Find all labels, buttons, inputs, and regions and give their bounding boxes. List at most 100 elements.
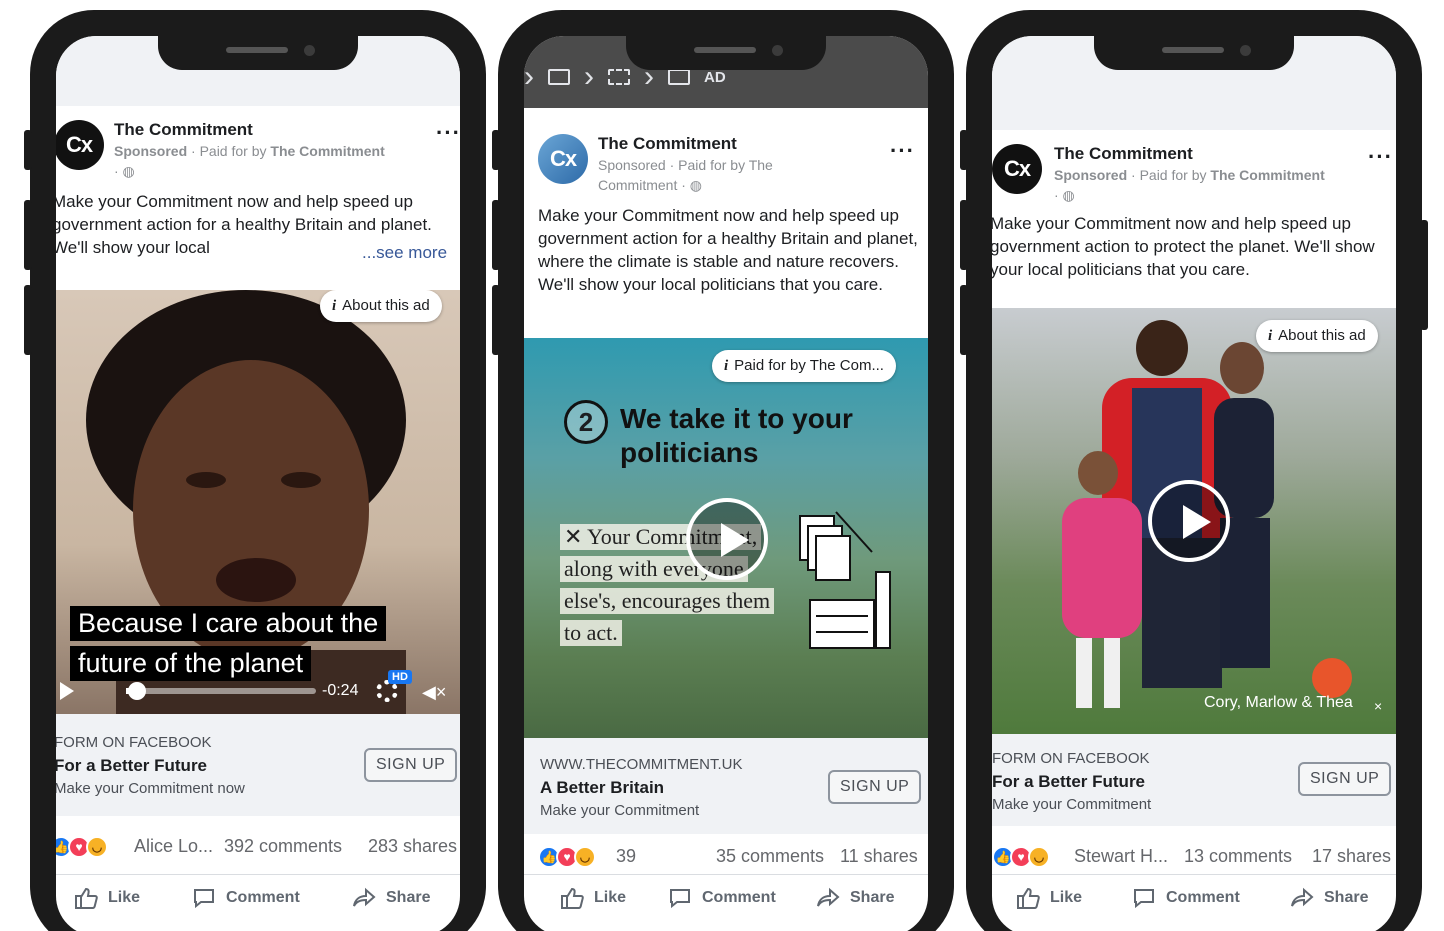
- cta-bar[interactable]: FORM ON FACEBOOK For a Better Future Mak…: [992, 734, 1396, 826]
- share-arrow-icon: [1291, 887, 1314, 907]
- paid-for-chip[interactable]: i Paid for by The Com...: [712, 350, 896, 382]
- share-button[interactable]: Share: [352, 887, 430, 909]
- sponsored-label: Sponsored: [598, 157, 666, 173]
- comment-button[interactable]: Comment: [192, 887, 300, 909]
- sponsored-line: Sponsored · Paid for by The Commitment ·…: [1054, 165, 1374, 205]
- comment-button[interactable]: Comment: [668, 887, 776, 909]
- sign-up-button[interactable]: SIGN UP: [364, 748, 458, 782]
- share-label: Share: [386, 889, 431, 906]
- like-button[interactable]: Like: [560, 887, 626, 909]
- sign-up-button[interactable]: SIGN UP: [828, 770, 922, 804]
- page-avatar[interactable]: Cx: [538, 134, 588, 184]
- play-button-icon[interactable]: [686, 498, 768, 580]
- sign-up-button[interactable]: SIGN UP: [1298, 762, 1392, 796]
- paid-for-prefix: · Paid for by The: [669, 157, 773, 173]
- phone-side-button: [24, 200, 32, 270]
- see-more-link[interactable]: ...see more: [358, 243, 448, 263]
- page-avatar[interactable]: Cx: [56, 120, 104, 170]
- like-label: Like: [1050, 889, 1083, 906]
- page-name[interactable]: The Commitment: [114, 120, 253, 140]
- post-actions: Like Comment Share: [56, 874, 460, 920]
- more-options-icon[interactable]: ···: [890, 138, 915, 164]
- post-caption: Make your Commitment now and help speed …: [992, 214, 1375, 279]
- mute-speaker-icon[interactable]: ◀×: [422, 682, 446, 703]
- step-title-line2: politicians: [620, 437, 759, 468]
- cta-title: For a Better Future: [56, 756, 208, 775]
- comment-label: Comment: [1166, 889, 1240, 906]
- paid-for-chip-label: Paid for by The Com...: [734, 357, 884, 374]
- reactions-row[interactable]: 👍 ♥ ◡ Alice Lo... 392 comments 283 share…: [56, 836, 460, 876]
- phone-side-button: [492, 130, 500, 170]
- cta-title: A Better Britain: [540, 778, 665, 797]
- comment-button[interactable]: Comment: [1132, 887, 1240, 909]
- play-button-icon[interactable]: [1148, 480, 1230, 562]
- phone-screen-1: Cx The Commitment Sponsored · Paid for b…: [56, 36, 460, 931]
- video-player[interactable]: i Paid for by The Com... 2 We take it to …: [524, 338, 928, 738]
- comment-label: Comment: [702, 889, 776, 906]
- comment-bubble-icon: [194, 889, 214, 909]
- video-subtitle-line2: future of the planet: [70, 646, 312, 681]
- share-label: Share: [1324, 889, 1369, 906]
- ad-monitor-icon[interactable]: [668, 69, 690, 85]
- page-name[interactable]: The Commitment: [598, 134, 737, 154]
- reactor-name[interactable]: Alice Lo...: [134, 836, 213, 857]
- shares-count[interactable]: 11 shares: [840, 846, 918, 867]
- shares-count[interactable]: 17 shares: [1312, 846, 1391, 867]
- reaction-count[interactable]: 39: [616, 846, 636, 867]
- breadcrumb-ad-label[interactable]: AD: [704, 69, 726, 86]
- comments-count[interactable]: 392 comments: [224, 836, 342, 857]
- close-credit-icon[interactable]: ×: [1374, 698, 1382, 714]
- paid-by-name: The Commitment: [1210, 167, 1325, 183]
- video-player[interactable]: i About this ad Cory, Marlow & Thea ×: [992, 308, 1396, 734]
- about-this-ad-chip[interactable]: i About this ad: [1256, 320, 1378, 352]
- video-scrubber-handle[interactable]: [128, 682, 146, 700]
- reactor-name[interactable]: Stewart H...: [1074, 846, 1168, 867]
- haha-reaction-icon: ◡: [1028, 846, 1050, 868]
- share-button[interactable]: Share: [1290, 887, 1368, 909]
- cta-bar[interactable]: WWW.THECOMMITMENT.UK A Better Britain Ma…: [524, 738, 928, 834]
- grid-icon[interactable]: [608, 69, 630, 85]
- cta-description: Make your Commitment: [540, 802, 700, 819]
- globe-icon: · ◍: [1054, 187, 1075, 203]
- hd-badge: HD: [388, 670, 412, 684]
- folder-icon[interactable]: [548, 69, 570, 85]
- comments-count[interactable]: 35 comments: [716, 846, 824, 867]
- shares-count[interactable]: 283 shares: [368, 836, 457, 857]
- page-name[interactable]: The Commitment: [1054, 144, 1193, 164]
- video-progress-track[interactable]: [126, 688, 316, 694]
- phone-side-button: [960, 130, 968, 170]
- comments-count[interactable]: 13 comments: [1184, 846, 1292, 867]
- phone-screen-2: › › › AD Cx The Commitment Sponsored · P…: [524, 36, 928, 931]
- sponsored-label: Sponsored: [114, 143, 188, 159]
- video-player[interactable]: i About this ad Because I care about the …: [56, 290, 460, 714]
- play-small-icon[interactable]: [60, 682, 74, 700]
- cta-source: FORM ON FACEBOOK: [992, 750, 1150, 767]
- like-button[interactable]: Like: [74, 887, 140, 909]
- like-button[interactable]: Like: [1016, 887, 1082, 909]
- phone-power-button: [1420, 220, 1428, 330]
- more-options-icon[interactable]: ···: [436, 120, 460, 146]
- cta-bar[interactable]: FORM ON FACEBOOK For a Better Future Mak…: [56, 714, 460, 816]
- paid-by-name: The Commitment: [270, 143, 385, 159]
- phone-side-button: [24, 130, 32, 170]
- paid-for-prefix: · Paid for by: [1131, 167, 1207, 183]
- reaction-icons: 👍 ♥ ◡: [992, 846, 1050, 868]
- comment-label: Comment: [226, 889, 300, 906]
- page-avatar[interactable]: Cx: [992, 144, 1042, 194]
- about-this-ad-chip[interactable]: i About this ad: [320, 290, 442, 322]
- phone-frame-1: Cx The Commitment Sponsored · Paid for b…: [24, 10, 486, 931]
- phone-side-button: [960, 285, 968, 355]
- thumbs-up-icon: [75, 887, 98, 909]
- phone-notch: [158, 36, 358, 70]
- phone-notch: [626, 36, 826, 70]
- phone-frame-3: Cx The Commitment Sponsored · Paid for b…: [960, 10, 1428, 931]
- reaction-icons: 👍 ♥ ◡: [56, 836, 108, 858]
- cta-source: WWW.THECOMMITMENT.UK: [540, 756, 743, 773]
- share-label: Share: [850, 889, 895, 906]
- share-button[interactable]: Share: [816, 887, 894, 909]
- cta-source: FORM ON FACEBOOK: [56, 734, 212, 751]
- about-this-ad-label: About this ad: [1278, 327, 1366, 344]
- like-label: Like: [594, 889, 627, 906]
- paper-text-line3: else's, encourages them: [560, 588, 775, 614]
- more-options-icon[interactable]: ···: [1368, 144, 1393, 170]
